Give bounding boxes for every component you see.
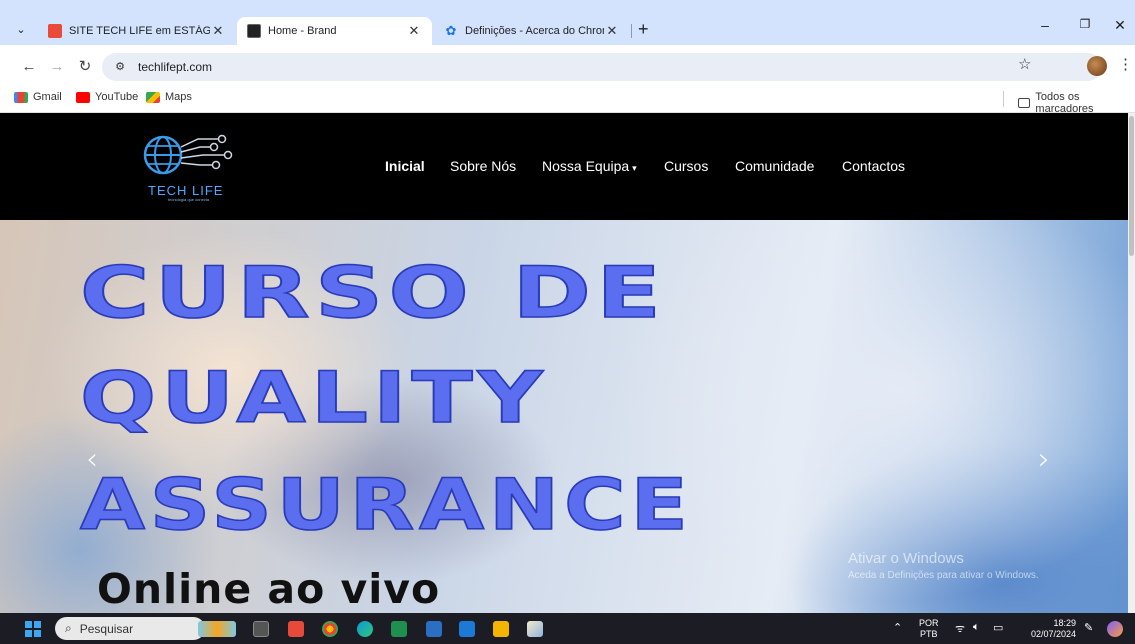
hero-title-line-2: QUALITY	[79, 357, 548, 439]
back-arrow-icon[interactable]: ←	[18, 55, 40, 77]
nav-comunidade[interactable]: Comunidade	[735, 158, 814, 174]
settings-gear-icon: ✿	[445, 23, 457, 38]
document-app-icon[interactable]	[426, 621, 442, 637]
search-placeholder: Pesquisar	[79, 621, 134, 636]
nav-sobre-nos[interactable]: Sobre Nós	[450, 158, 516, 174]
bookmark-label: YouTube	[95, 91, 139, 103]
watermark-line-2: Aceda a Definições para ativar o Windows…	[848, 570, 1039, 581]
tab-definicoes[interactable]: ✿ Definições - Acerca do Chrome ✕	[434, 17, 630, 45]
all-bookmarks-button[interactable]: Todos os marcadores	[1018, 91, 1135, 115]
task-view-icon[interactable]	[253, 621, 269, 637]
address-bar[interactable]: ⚙ techlifept.com	[102, 53, 1102, 81]
close-icon[interactable]: ✕	[210, 23, 226, 39]
brand-favicon-icon	[247, 24, 261, 38]
app-icon[interactable]	[527, 621, 543, 637]
browser-tab-strip: ⌄ SITE TECH LIFE em ESTÁGIO TU ✕ Home - …	[0, 0, 1135, 45]
volume-icon[interactable]: 🔈︎	[973, 621, 980, 634]
windows-start-icon[interactable]	[25, 621, 41, 637]
menu-kebab-icon[interactable]: ⋮	[1118, 55, 1133, 73]
clock-date: 02/07/2024	[1030, 629, 1076, 639]
wifi-icon[interactable]: ᯤ	[955, 621, 965, 636]
maps-icon	[146, 91, 160, 103]
edge-icon[interactable]	[357, 621, 373, 637]
profile-avatar[interactable]	[1087, 56, 1107, 76]
tab-title: Definições - Acerca do Chrome	[465, 25, 604, 37]
search-icon: ⌕	[65, 621, 72, 635]
carousel-prev-arrow-icon[interactable]: ‹	[86, 442, 98, 477]
store-icon[interactable]	[459, 621, 475, 637]
minimize-button[interactable]: –	[1030, 17, 1060, 33]
close-icon[interactable]: ✕	[604, 23, 620, 39]
restore-button[interactable]: ❐	[1070, 17, 1100, 31]
chevron-down-icon: ⌄	[16, 23, 26, 36]
clock[interactable]: 18:29 02/07/2024	[1020, 618, 1076, 640]
tab-separator	[631, 24, 632, 38]
window-close-button[interactable]: ✕	[1105, 17, 1135, 34]
taskbar-search-box[interactable]: ⌕ Pesquisar	[55, 617, 205, 640]
all-bookmarks-label: Todos os marcadores	[1035, 91, 1094, 115]
techlife-favicon-icon	[48, 24, 62, 38]
bookmarks-divider	[1003, 91, 1004, 107]
tray-overflow-chevron-icon[interactable]: ⌃	[893, 621, 902, 634]
forward-arrow-icon[interactable]: →	[46, 55, 68, 77]
site-header: TECH LIFE tecnologia que conecta Inicial…	[0, 113, 1135, 220]
nav-inicial[interactable]: Inicial	[385, 158, 425, 174]
browser-toolbar: ← → ↻ ⚙ techlifept.com	[0, 45, 1135, 85]
file-explorer-icon[interactable]	[493, 621, 509, 637]
watermark-line-1: Ativar o Windows	[848, 550, 964, 567]
bookmark-star-icon[interactable]: ☆	[1018, 55, 1125, 73]
bookmark-youtube[interactable]: YouTube	[76, 91, 138, 103]
bookmark-maps[interactable]: Maps	[146, 91, 192, 103]
bookmark-label: Maps	[165, 91, 192, 103]
logo-tagline: tecnologia que conecta	[168, 197, 210, 202]
gmail-icon	[14, 91, 28, 103]
close-icon[interactable]: ✕	[406, 23, 422, 39]
tab-techlife-estagio[interactable]: SITE TECH LIFE em ESTÁGIO TU ✕	[38, 17, 236, 45]
windows-taskbar: ⌕ Pesquisar ⌃ POR PTB ᯤ 🔈︎ ▭ 18:29 02/07…	[0, 613, 1135, 644]
new-tab-button[interactable]: +	[638, 19, 649, 40]
bookmarks-bar: Gmail YouTube Maps Todos os marcadores	[0, 85, 1135, 115]
spreadsheet-app-icon[interactable]	[391, 621, 407, 637]
caret-down-icon: ▾	[632, 163, 637, 173]
folder-icon	[1018, 98, 1031, 108]
hero-title-line-3: ASSURANCE	[79, 464, 693, 546]
language-indicator[interactable]: POR PTB	[919, 618, 939, 640]
nav-cursos[interactable]: Cursos	[664, 158, 708, 174]
bookmark-label: Gmail	[33, 91, 62, 103]
battery-icon[interactable]: ▭	[993, 621, 1003, 634]
scrollbar-thumb[interactable]	[1129, 116, 1134, 256]
reload-icon[interactable]: ↻	[74, 55, 96, 77]
presentation-app-icon[interactable]	[288, 621, 304, 637]
nav-contactos[interactable]: Contactos	[842, 158, 905, 174]
hero-title-line-1: CURSO DE	[79, 252, 667, 334]
keyboard-layout: PTB	[920, 629, 938, 639]
notification-icon[interactable]: ✎	[1084, 621, 1093, 634]
hero-subtitle: Online ao vivo	[97, 565, 441, 613]
carousel-next-arrow-icon[interactable]: ›	[1038, 442, 1050, 477]
clock-time: 18:29	[1053, 618, 1076, 628]
tab-search-button[interactable]: ⌄	[10, 18, 32, 40]
nav-nossa-equipa[interactable]: Nossa Equipa ▾	[542, 158, 637, 174]
windows-activation-watermark: Ativar o Windows Aceda a Definições para…	[848, 550, 1039, 581]
hero-carousel: CURSO DE QUALITY ASSURANCE Online ao viv…	[0, 220, 1128, 613]
tab-title: Home - Brand	[268, 25, 337, 37]
url-text[interactable]: techlifept.com	[138, 60, 212, 74]
nav-label: Nossa Equipa	[542, 158, 630, 174]
language-code: POR	[919, 618, 939, 628]
site-info-icon[interactable]: ⚙	[112, 59, 128, 75]
youtube-icon	[76, 91, 90, 103]
logo-text: TECH LIFE	[148, 183, 224, 198]
bookmark-gmail[interactable]: Gmail	[14, 91, 62, 103]
tab-title: SITE TECH LIFE em ESTÁGIO TU	[69, 25, 210, 37]
chrome-icon[interactable]	[322, 621, 338, 637]
copilot-icon[interactable]	[1107, 621, 1123, 637]
tab-home-brand[interactable]: Home - Brand ✕	[237, 17, 432, 45]
widgets-icon[interactable]	[198, 621, 236, 637]
